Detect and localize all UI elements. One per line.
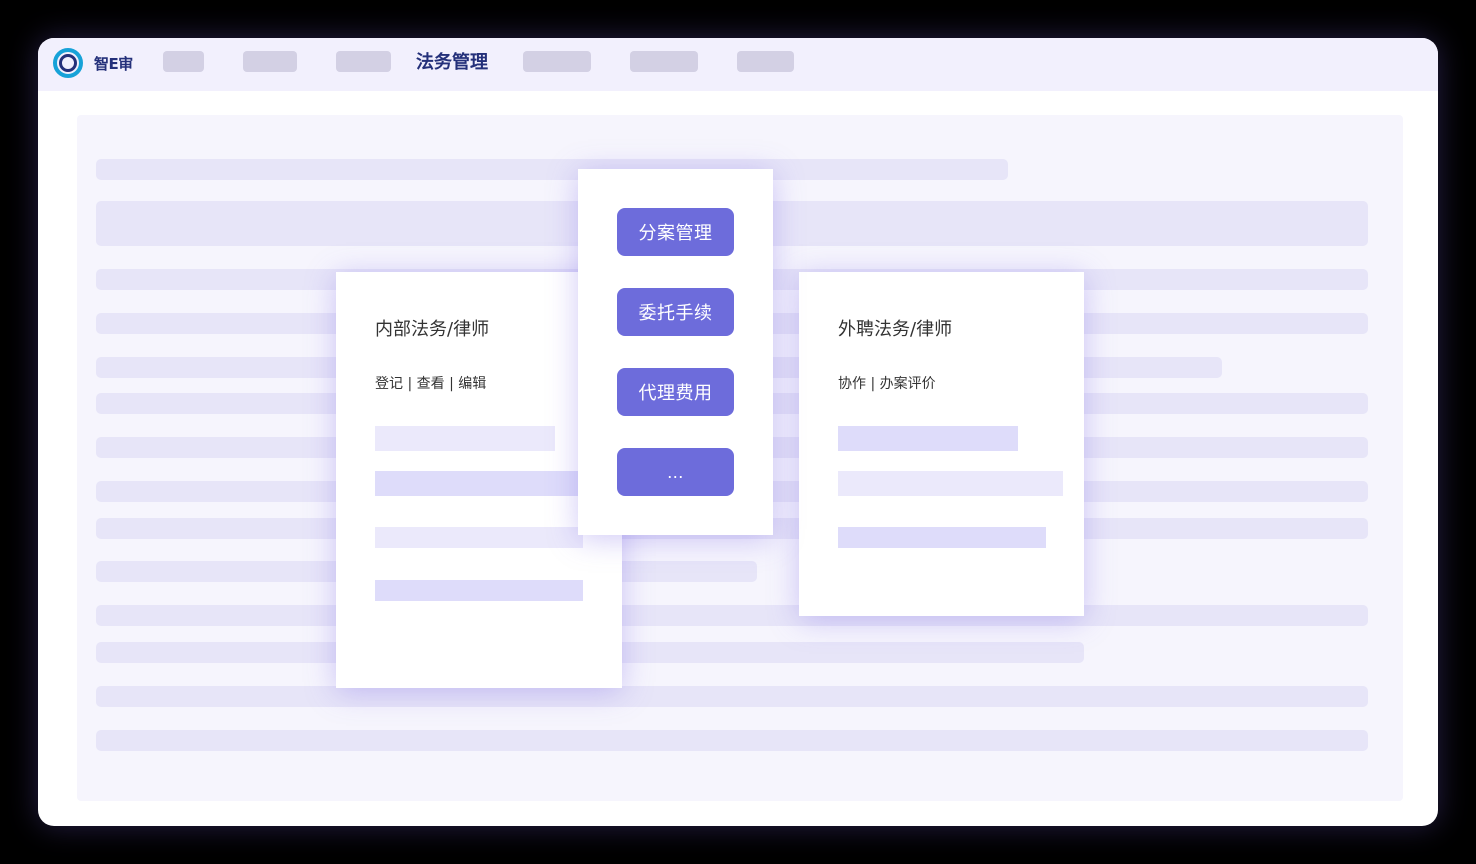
agency-fees-button[interactable]: 代理费用 [617,368,734,416]
entrustment-procedures-button[interactable]: 委托手续 [617,288,734,336]
nav-item-legal-management[interactable]: 法务管理 [416,48,488,74]
function-menu-card: 分案管理 委托手续 代理费用 ... [578,169,773,535]
nav-item-placeholder-5[interactable] [630,51,698,72]
nav-item-placeholder-4[interactable] [523,51,591,72]
nav-item-placeholder-6[interactable] [737,51,794,72]
external-counsel-card[interactable]: 外聘法务/律师 协作 | 办案评价 [799,272,1084,616]
placeholder-line [838,471,1063,496]
top-navigation-bar: 智E审 法务管理 [38,38,1438,91]
external-card-title: 外聘法务/律师 [838,319,953,340]
placeholder-line [375,527,583,548]
ring-logo-icon [53,48,83,78]
nav-item-placeholder-1[interactable] [163,51,204,72]
placeholder-line [838,426,1018,451]
nav-item-placeholder-2[interactable] [243,51,297,72]
placeholder-line [375,580,583,601]
placeholder-row [96,605,1368,626]
placeholder-line [375,426,555,451]
internal-card-actions: 登记 | 查看 | 编辑 [375,376,487,392]
internal-card-title: 内部法务/律师 [375,319,490,340]
app-logo-text: 智E审 [94,55,133,73]
external-card-actions: 协作 | 办案评价 [838,376,936,392]
placeholder-line [838,527,1046,548]
more-button[interactable]: ... [617,448,734,496]
placeholder-row [96,686,1368,707]
app-window: 智E审 法务管理 内部法务/律师 登记 | 查看 | 编辑 外聘法务/律师 协作… [38,38,1438,826]
placeholder-row [96,159,1008,180]
nav-item-placeholder-3[interactable] [336,51,391,72]
placeholder-line [375,471,595,496]
placeholder-row [96,730,1368,751]
case-assignment-button[interactable]: 分案管理 [617,208,734,256]
